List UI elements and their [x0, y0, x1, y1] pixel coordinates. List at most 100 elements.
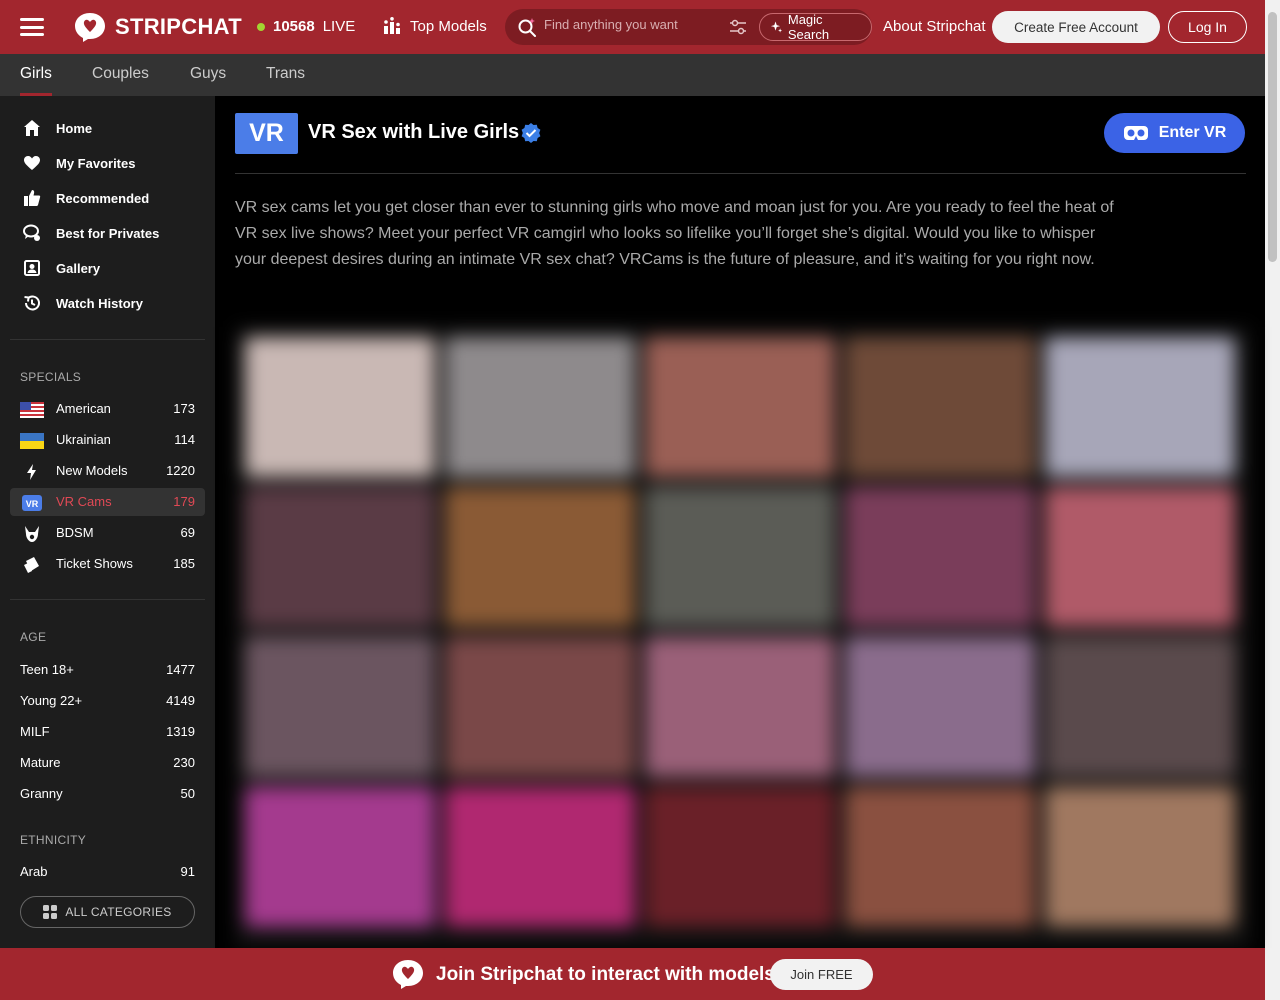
live-count: 10568 [273, 18, 315, 35]
sidebar-item-granny[interactable]: Granny 50 [10, 780, 205, 808]
model-thumbnail[interactable] [445, 787, 635, 927]
top-models-link[interactable]: Top Models [383, 17, 487, 35]
model-thumbnail[interactable] [1045, 487, 1235, 627]
sidebar-item-label: BDSM [56, 525, 94, 540]
model-thumbnail[interactable] [645, 487, 835, 627]
sidebar-item-label: Home [56, 120, 93, 136]
sidebar-item-arab[interactable]: Arab 91 [10, 858, 205, 886]
page-description: VR sex cams let you get closer than ever… [235, 199, 1114, 268]
model-thumbnail[interactable] [845, 337, 1035, 477]
sidebar-item-label: Teen 18+ [20, 662, 74, 677]
sidebar-item-american[interactable]: American 173 [10, 395, 205, 423]
all-categories-button[interactable]: ALL CATEGORIES [20, 896, 195, 928]
sidebar-item-new-models[interactable]: New Models 1220 [10, 457, 205, 485]
sidebar-item-count: 230 [173, 755, 195, 770]
model-thumbnail[interactable] [845, 787, 1035, 927]
stripchat-logo[interactable]: STRIPCHAT [73, 11, 242, 43]
verified-badge-icon [521, 123, 541, 143]
filter-sliders-icon[interactable] [729, 18, 747, 36]
svg-text:VR: VR [26, 499, 39, 509]
category-tab-bar: Girls Couples Guys Trans [0, 54, 1265, 96]
sidebar-item-recommended[interactable]: Recommended [22, 188, 149, 208]
all-categories-label: ALL CATEGORIES [65, 905, 172, 919]
sidebar-item-count: 50 [180, 786, 195, 801]
model-thumbnail[interactable] [645, 337, 835, 477]
sidebar-item-count: 173 [173, 401, 195, 416]
model-thumbnail[interactable] [645, 637, 835, 777]
tab-girls[interactable]: Girls [20, 65, 52, 83]
join-free-button[interactable]: Join FREE [770, 959, 873, 990]
sidebar-item-label: My Favorites [56, 155, 136, 171]
sidebar-item-home[interactable]: Home [22, 118, 92, 138]
model-grid [235, 327, 1250, 948]
sidebar-item-count: 4149 [166, 693, 195, 708]
model-thumbnail[interactable] [1045, 787, 1235, 927]
enter-vr-button[interactable]: Enter VR [1104, 113, 1245, 153]
sidebar-item-label: Young 22+ [20, 693, 83, 708]
age-heading: AGE [20, 630, 47, 644]
model-thumbnail[interactable] [1045, 637, 1235, 777]
model-thumbnail[interactable] [245, 337, 435, 477]
model-thumbnail[interactable] [645, 787, 835, 927]
model-thumbnail[interactable] [245, 787, 435, 927]
sidebar-item-gallery[interactable]: Gallery [22, 258, 100, 278]
main-content: VR VR Sex with Live Girls Enter VR VR se… [215, 96, 1265, 948]
sidebar-item-ticket-shows[interactable]: Ticket Shows 185 [10, 550, 205, 578]
sidebar-item-label: American [56, 401, 111, 416]
specials-heading: SPECIALS [20, 370, 82, 384]
tab-guys[interactable]: Guys [190, 65, 226, 83]
podium-icon [384, 17, 400, 34]
model-thumbnail[interactable] [1045, 337, 1235, 477]
search-input[interactable] [544, 17, 719, 32]
create-account-button[interactable]: Create Free Account [992, 11, 1160, 43]
sidebar-item-count: 185 [173, 556, 195, 571]
tab-trans[interactable]: Trans [266, 65, 305, 83]
sidebar-item-mature[interactable]: Mature 230 [10, 749, 205, 777]
sidebar-item-best-for-privates[interactable]: Best for Privates [22, 223, 159, 243]
about-link[interactable]: About Stripchat [883, 18, 986, 35]
sidebar-item-count: 69 [180, 525, 195, 540]
sidebar-item-bdsm[interactable]: BDSM 69 [10, 519, 205, 547]
magic-search-label: Magic Search [787, 12, 830, 42]
private-chat-icon [23, 224, 40, 241]
sidebar: Home My Favorites Recommended Best for P… [0, 96, 215, 948]
model-thumbnail[interactable] [445, 487, 635, 627]
history-icon [24, 295, 40, 311]
magic-search-button[interactable]: Magic Search [759, 12, 872, 42]
sidebar-item-count: 91 [180, 864, 195, 879]
sidebar-item-young[interactable]: Young 22+ 4149 [10, 687, 205, 715]
vr-badge: VR [235, 113, 298, 154]
sidebar-item-ukrainian[interactable]: Ukrainian 114 [10, 426, 205, 454]
search-bar: Magic Search [505, 9, 872, 45]
sidebar-item-favorites[interactable]: My Favorites [22, 153, 135, 173]
login-button[interactable]: Log In [1168, 11, 1247, 43]
sidebar-item-label: Best for Privates [56, 225, 160, 241]
live-dot-icon [257, 22, 265, 31]
sidebar-divider [10, 599, 205, 600]
tab-couples[interactable]: Couples [92, 65, 149, 83]
stripchat-logo-icon [393, 960, 423, 989]
sidebar-item-teen[interactable]: Teen 18+ 1477 [10, 656, 205, 684]
sidebar-item-milf[interactable]: MILF 1319 [10, 718, 205, 746]
gallery-icon [24, 260, 40, 276]
ethnicity-heading: ETHNICITY [20, 833, 87, 847]
sidebar-item-count: 114 [174, 432, 195, 447]
ua-flag-icon [20, 433, 44, 449]
live-counter[interactable]: 10568 LIVE [257, 18, 355, 35]
sidebar-item-watch-history[interactable]: Watch History [22, 293, 143, 313]
lightning-icon [27, 464, 36, 480]
model-thumbnail[interactable] [845, 487, 1035, 627]
sidebar-item-label: VR Cams [56, 494, 112, 509]
hamburger-menu-icon[interactable] [20, 16, 44, 38]
model-thumbnail[interactable] [445, 337, 635, 477]
scrollbar-thumb[interactable] [1268, 12, 1277, 262]
sidebar-item-label: Arab [20, 864, 48, 879]
model-thumbnail[interactable] [245, 487, 435, 627]
page-title: VR Sex with Live Girls [308, 121, 520, 143]
model-thumbnail[interactable] [245, 637, 435, 777]
sidebar-item-count: 1319 [166, 724, 195, 739]
model-thumbnail[interactable] [445, 637, 635, 777]
page-scrollbar[interactable] [1265, 0, 1280, 1000]
model-thumbnail[interactable] [845, 637, 1035, 777]
sidebar-item-vr-cams[interactable]: VR VR Cams 179 [10, 488, 205, 516]
